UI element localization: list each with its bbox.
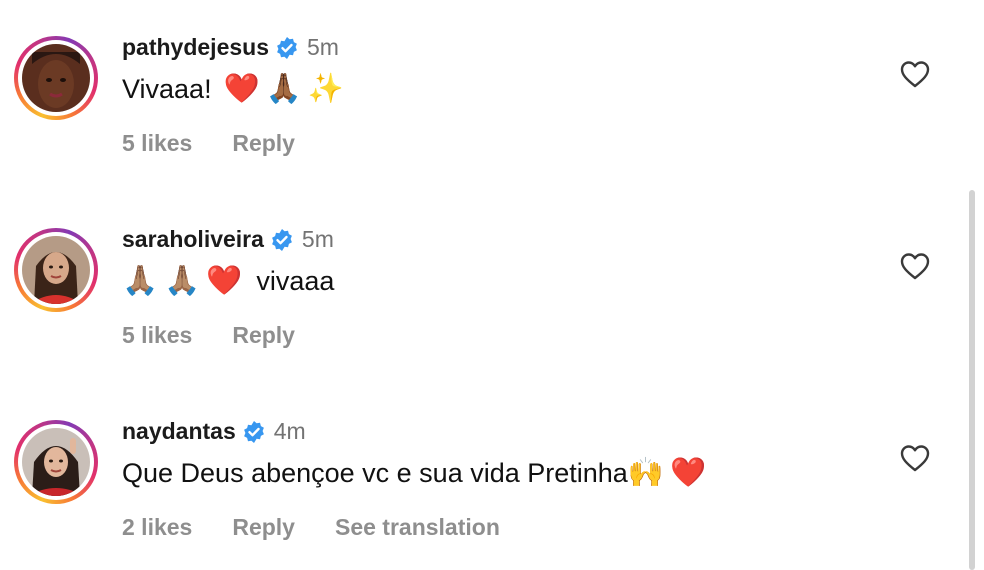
comment-time: 5m: [307, 34, 339, 60]
see-translation-button[interactable]: See translation: [335, 514, 500, 541]
comment-body: Que Deus abençoe vc e sua vida Pretinha: [122, 458, 628, 488]
avatar[interactable]: [14, 228, 98, 312]
comment-body: Vivaaa!: [122, 74, 212, 104]
comments-list: pathydejesus 5m Vivaaa! ❤️ 🙏🏾 ✨ 5 likes …: [0, 0, 984, 570]
comment-item: saraholiveira 5m 🙏🏽 🙏🏽 ❤️ vivaaa 5 likes…: [0, 192, 984, 384]
comment-time: 5m: [301, 226, 334, 252]
comment-item: pathydejesus 5m Vivaaa! ❤️ 🙏🏾 ✨ 5 likes …: [0, 0, 984, 192]
praying-hands-emoji: 🙏🏽: [122, 265, 159, 297]
likes-count[interactable]: 2 likes: [122, 514, 192, 541]
heart-outline-icon[interactable]: [900, 444, 930, 472]
raising-hands-emoji: 🙌: [627, 457, 664, 489]
avatar[interactable]: [14, 36, 98, 120]
heart-emoji: ❤️: [206, 265, 243, 297]
comment-body: vivaaa: [256, 266, 335, 296]
comment-text: Que Deus abençoe vc e sua vida Pretinha …: [122, 458, 706, 489]
comment-text: Vivaaa! ❤️ 🙏🏾 ✨: [122, 74, 344, 105]
avatar[interactable]: [14, 420, 98, 504]
scrollbar[interactable]: [969, 190, 975, 570]
reply-button[interactable]: Reply: [232, 514, 295, 541]
verified-badge-icon: [275, 36, 299, 60]
likes-count[interactable]: 5 likes: [122, 130, 192, 157]
heart-outline-icon[interactable]: [900, 252, 930, 280]
heart-outline-icon[interactable]: [900, 60, 930, 88]
praying-hands-emoji: 🙏🏾: [265, 73, 302, 105]
comment-item: naydantas 4m Que Deus abençoe vc e sua v…: [0, 384, 984, 570]
likes-count[interactable]: 5 likes: [122, 322, 192, 349]
reply-button[interactable]: Reply: [232, 322, 295, 349]
comment-time: 4m: [273, 418, 306, 444]
praying-hands-emoji: 🙏🏽: [164, 265, 201, 297]
verified-badge-icon: [242, 420, 266, 444]
username[interactable]: pathydejesus: [122, 34, 269, 61]
heart-emoji: ❤️: [223, 73, 260, 105]
username[interactable]: saraholiveira: [122, 226, 264, 253]
username[interactable]: naydantas: [122, 418, 236, 445]
verified-badge-icon: [270, 228, 294, 252]
heart-emoji: ❤️: [669, 457, 707, 489]
comment-text: 🙏🏽 🙏🏽 ❤️ vivaaa: [122, 266, 334, 297]
sparkles-emoji: ✨: [307, 73, 344, 105]
reply-button[interactable]: Reply: [232, 130, 295, 157]
